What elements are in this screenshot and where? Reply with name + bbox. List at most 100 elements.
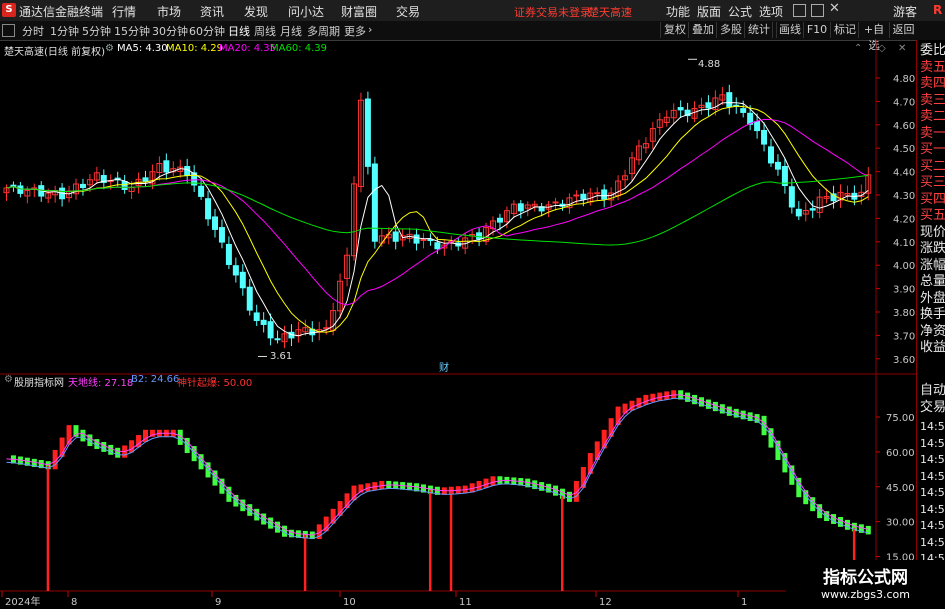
candle-body xyxy=(726,92,733,108)
candle-body xyxy=(420,238,427,241)
indicator-bar xyxy=(671,390,677,399)
period-tab-multi[interactable]: 多周期 xyxy=(307,23,340,39)
back-button[interactable]: 返回 xyxy=(889,22,917,38)
chevron-right-icon[interactable]: › xyxy=(368,23,372,36)
quote-item: 外盘 xyxy=(920,290,945,306)
adjust-button[interactable]: 复权 xyxy=(660,22,689,38)
quote-item: 买一 xyxy=(920,142,945,157)
menu-item-news[interactable]: 资讯 xyxy=(200,3,224,20)
auto-trade-item[interactable]: 自动 xyxy=(920,383,945,400)
menu-item-function[interactable]: 功能 xyxy=(666,3,690,20)
menu-item-wealth[interactable]: 财富圈 xyxy=(341,3,377,20)
candle-body xyxy=(601,189,608,200)
period-tab-daily[interactable]: 日线 xyxy=(228,23,250,39)
statistics-button[interactable]: 统计 xyxy=(744,22,773,38)
menu-item-quotes[interactable]: 行情 xyxy=(112,3,136,20)
quote-item: 现价 xyxy=(920,224,945,240)
period-tab-15min[interactable]: 15分钟 xyxy=(114,23,150,39)
candle-body xyxy=(205,198,212,220)
overlay-button[interactable]: 叠加 xyxy=(688,22,717,38)
layout-toggle-icon[interactable] xyxy=(2,24,15,37)
quote-item: 涨幅 xyxy=(920,257,945,273)
period-tab-1min[interactable]: 1分钟 xyxy=(50,23,79,39)
indicator-bar xyxy=(101,441,107,452)
finance-marker[interactable]: 财 xyxy=(439,359,449,374)
indicator-axis: 75.0060.0045.0030.0015.00 xyxy=(876,413,915,564)
close-panel-icon[interactable]: ✕ xyxy=(898,43,906,54)
quote-item: 涨跌 xyxy=(920,241,945,256)
price-candles xyxy=(3,58,872,357)
restore-icon[interactable] xyxy=(811,4,824,17)
quote-item: 买二 xyxy=(920,158,945,174)
candle-body xyxy=(774,161,781,170)
period-tab-monthly[interactable]: 月线 xyxy=(280,23,302,39)
stock-label: 楚天高速(日线 前复权) xyxy=(4,47,105,58)
corner-indicator: R xyxy=(933,3,943,17)
price-tick-label: 3.70 xyxy=(893,331,915,342)
candle-body xyxy=(517,203,524,212)
settings-gear-icon[interactable]: ⚙ xyxy=(105,43,114,54)
candle-body xyxy=(232,265,239,276)
indicator-bar xyxy=(831,514,837,524)
indicator-shenzhen-label: 神针起爆: 50.00 xyxy=(177,378,253,389)
quote-item: 卖二 xyxy=(920,109,945,124)
indicator-gear-icon[interactable]: ⚙ xyxy=(4,374,13,385)
candle-body xyxy=(781,165,788,186)
candle-body xyxy=(260,319,267,325)
menu-item-options[interactable]: 选项 xyxy=(759,3,783,20)
minimize-icon[interactable] xyxy=(793,4,806,17)
spike-signal-bar xyxy=(428,490,432,591)
chevron-up-icon[interactable]: ⌃ xyxy=(854,43,862,54)
candle-body xyxy=(10,184,17,187)
close-icon[interactable]: ✕ xyxy=(829,1,840,16)
price-tick-label: 4.70 xyxy=(893,97,915,108)
candle-body xyxy=(225,243,232,265)
ma20-label: MA20: 4.35 xyxy=(219,43,277,54)
indicator-bar xyxy=(497,476,503,484)
quote-item: 卖五 xyxy=(920,59,945,75)
menu-item-layout[interactable]: 版面 xyxy=(697,3,721,20)
candle-body xyxy=(795,208,802,217)
menu-item-ask[interactable]: 问小达 xyxy=(288,3,324,20)
indicator-bar xyxy=(844,519,850,530)
menu-item-discover[interactable]: 发现 xyxy=(244,3,268,20)
spike-signal-bar xyxy=(449,490,453,591)
price-tick-label: 4.80 xyxy=(893,74,915,85)
date-tick-label: 2024年 xyxy=(5,595,40,608)
chart-area[interactable]: 4.80 4.70 4.60 4.50 4.40 4.30 4.20 4.10 4.00 3.90… xyxy=(0,40,916,609)
menu-item-formula[interactable]: 公式 xyxy=(728,3,752,20)
candle-body xyxy=(788,186,795,208)
login-notice[interactable]: 证券交易未登录 xyxy=(514,4,591,20)
candle-body xyxy=(212,216,218,230)
period-tab-60min[interactable]: 60分钟 xyxy=(189,23,225,39)
period-tab-intraday[interactable]: 分时 xyxy=(22,23,44,39)
price-axis: 4.80 4.70 4.60 4.50 4.40 4.30 4.20 4.10 4.00 3.90… xyxy=(876,74,915,366)
period-tab-weekly[interactable]: 周线 xyxy=(254,23,276,39)
price-tick-label: 4.60 xyxy=(893,121,915,132)
tick-time: 14:5 xyxy=(920,519,945,532)
quote-item: 总量 xyxy=(920,274,945,289)
indicator-bar xyxy=(115,447,121,458)
period-tab-5min[interactable]: 5分钟 xyxy=(82,23,111,39)
period-tab-more[interactable]: 更多 xyxy=(344,23,366,39)
multi-stock-button[interactable]: 多股 xyxy=(716,22,745,38)
date-tick-label: 9 xyxy=(215,597,221,608)
tick-time: 14:5 xyxy=(920,535,945,549)
mark-button[interactable]: 标记 xyxy=(830,22,859,38)
auto-trade-item[interactable]: 交易 xyxy=(920,400,945,417)
f10-button[interactable]: F10 xyxy=(803,22,830,38)
indicator-bar xyxy=(483,478,489,488)
indicator-lines xyxy=(6,394,869,540)
candle-body xyxy=(809,208,816,211)
price-tick-label: 4.30 xyxy=(893,191,915,202)
date-tick-label: 1 xyxy=(741,597,747,608)
menu-item-market[interactable]: 市场 xyxy=(157,3,181,20)
draw-line-button[interactable]: 画线 xyxy=(776,22,803,38)
menu-item-trade[interactable]: 交易 xyxy=(396,3,420,20)
candle-body xyxy=(274,338,281,341)
guest-user[interactable]: 游客 xyxy=(893,3,917,20)
add-watchlist-button[interactable]: +自选 xyxy=(858,22,889,52)
period-tab-30min[interactable]: 30分钟 xyxy=(152,23,188,39)
diamond-icon[interactable]: ◇ xyxy=(878,43,886,54)
app-logo: S xyxy=(2,3,16,17)
